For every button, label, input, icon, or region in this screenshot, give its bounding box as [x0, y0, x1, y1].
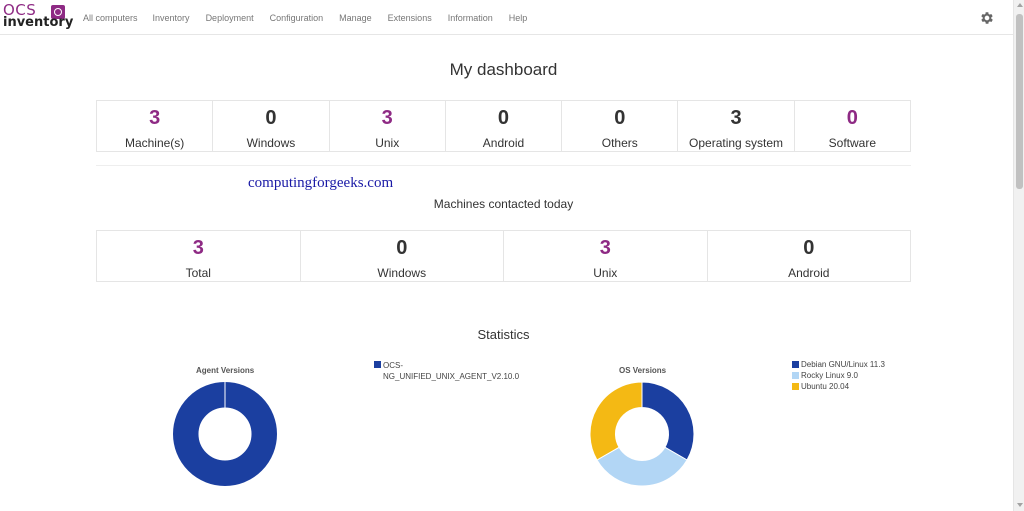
main-menu: All computers Inventory Deployment Confi…	[76, 0, 535, 35]
contacted-android[interactable]: 0 Android	[708, 231, 911, 281]
legend-swatch	[792, 383, 799, 390]
stat-label: Android	[482, 136, 525, 150]
os-chart-title: OS Versions	[619, 366, 667, 375]
legend-swatch	[792, 372, 799, 379]
stat-label: Software	[828, 136, 876, 150]
dashboard-stats: 3 Machine(s) 0 Windows 3 Unix 0 Android …	[96, 100, 911, 152]
nav-manage[interactable]: Manage	[339, 13, 372, 23]
stat-value: 3	[730, 107, 742, 129]
stat-value: 3	[381, 107, 393, 129]
contacted-total[interactable]: 3 Total	[97, 231, 301, 281]
stat-label: Unix	[593, 266, 618, 280]
legend-label: Debian GNU/Linux 11.3	[801, 360, 885, 369]
scroll-up-icon[interactable]	[1017, 3, 1023, 7]
stat-operating-system[interactable]: 3 Operating system	[678, 101, 795, 151]
contacted-windows[interactable]: 0 Windows	[301, 231, 504, 281]
slice-ubuntu-20-04[interactable]	[589, 381, 643, 461]
gear-icon[interactable]	[979, 10, 995, 26]
stat-label: Unix	[375, 136, 400, 150]
ocs-inventory-logo[interactable]: OCS inventory	[3, 1, 73, 31]
agent-chart-legend: OCS-NG_UNIFIED_UNIX_AGENT_V2.10.0	[374, 360, 524, 384]
legend-label: OCS-NG_UNIFIED_UNIX_AGENT_V2.10.0	[383, 361, 520, 381]
stat-value: 3	[149, 107, 161, 129]
stat-unix[interactable]: 3 Unix	[330, 101, 446, 151]
os-versions-chart	[589, 381, 695, 487]
legend-label: Rocky Linux 9.0	[801, 371, 858, 380]
stat-value: 0	[265, 107, 277, 129]
nav-information[interactable]: Information	[448, 13, 493, 23]
top-navbar: OCS inventory All computers Inventory De…	[0, 0, 1013, 35]
stat-label: Windows	[246, 136, 296, 150]
contacted-stats: 3 Total 0 Windows 3 Unix 0 Android	[96, 230, 911, 282]
legend-item[interactable]: OCS-NG_UNIFIED_UNIX_AGENT_V2.10.0	[374, 360, 524, 382]
stat-value: 0	[846, 107, 858, 129]
stat-value: 0	[614, 107, 626, 129]
stat-value: 3	[599, 237, 611, 259]
page-scrollbar[interactable]	[1013, 0, 1024, 511]
stat-label: Machine(s)	[124, 136, 185, 150]
stat-label: Total	[185, 266, 211, 280]
os-chart-legend: Debian GNU/Linux 11.3 Rocky Linux 9.0 Ubun…	[792, 360, 912, 393]
legend-swatch	[374, 361, 381, 368]
legend-label: Ubuntu 20.04	[801, 382, 850, 391]
slice-rocky-linux-9-0[interactable]	[596, 446, 688, 487]
scroll-thumb[interactable]	[1016, 14, 1023, 189]
agent-versions-chart	[173, 382, 277, 486]
stat-value: 3	[192, 237, 204, 259]
stat-value: 0	[803, 237, 815, 259]
nav-inventory[interactable]: Inventory	[153, 13, 190, 23]
stat-label: Android	[788, 266, 830, 280]
scroll-down-icon[interactable]	[1017, 503, 1023, 507]
nav-configuration[interactable]: Configuration	[270, 13, 324, 23]
legend-item[interactable]: Ubuntu 20.04	[792, 382, 912, 391]
stat-windows[interactable]: 0 Windows	[213, 101, 330, 151]
stat-label: Operating system	[689, 136, 784, 150]
nav-help[interactable]: Help	[509, 13, 528, 23]
nav-deployment[interactable]: Deployment	[206, 13, 254, 23]
stat-value: 0	[497, 107, 510, 129]
page-title: My dashboard	[449, 60, 558, 79]
slice-debian-gnu-linux-11-3[interactable]	[641, 381, 695, 461]
stat-android[interactable]: 0 Android	[446, 101, 563, 151]
stat-label: Others	[601, 136, 638, 150]
stat-others[interactable]: 0 Others	[562, 101, 679, 151]
agent-chart-title: Agent Versions	[196, 366, 255, 375]
legend-swatch	[792, 361, 799, 368]
stat-machines[interactable]: 3 Machine(s)	[97, 101, 214, 151]
legend-item[interactable]: Debian GNU/Linux 11.3	[792, 360, 912, 369]
statistics-title: Statistics	[477, 327, 530, 342]
contacted-unix[interactable]: 3 Unix	[504, 231, 708, 281]
nav-all-computers[interactable]: All computers	[83, 13, 138, 23]
watermark-text: computingforgeeks.com	[248, 175, 394, 191]
logo-inventory-text: inventory	[3, 15, 74, 30]
stat-software[interactable]: 0 Software	[795, 101, 910, 151]
stat-value: 0	[396, 237, 408, 259]
nav-extensions[interactable]: Extensions	[388, 13, 432, 23]
contacted-title: Machines contacted today	[433, 197, 574, 211]
section-divider	[96, 165, 911, 166]
stat-label: Windows	[377, 266, 427, 280]
legend-item[interactable]: Rocky Linux 9.0	[792, 371, 912, 380]
